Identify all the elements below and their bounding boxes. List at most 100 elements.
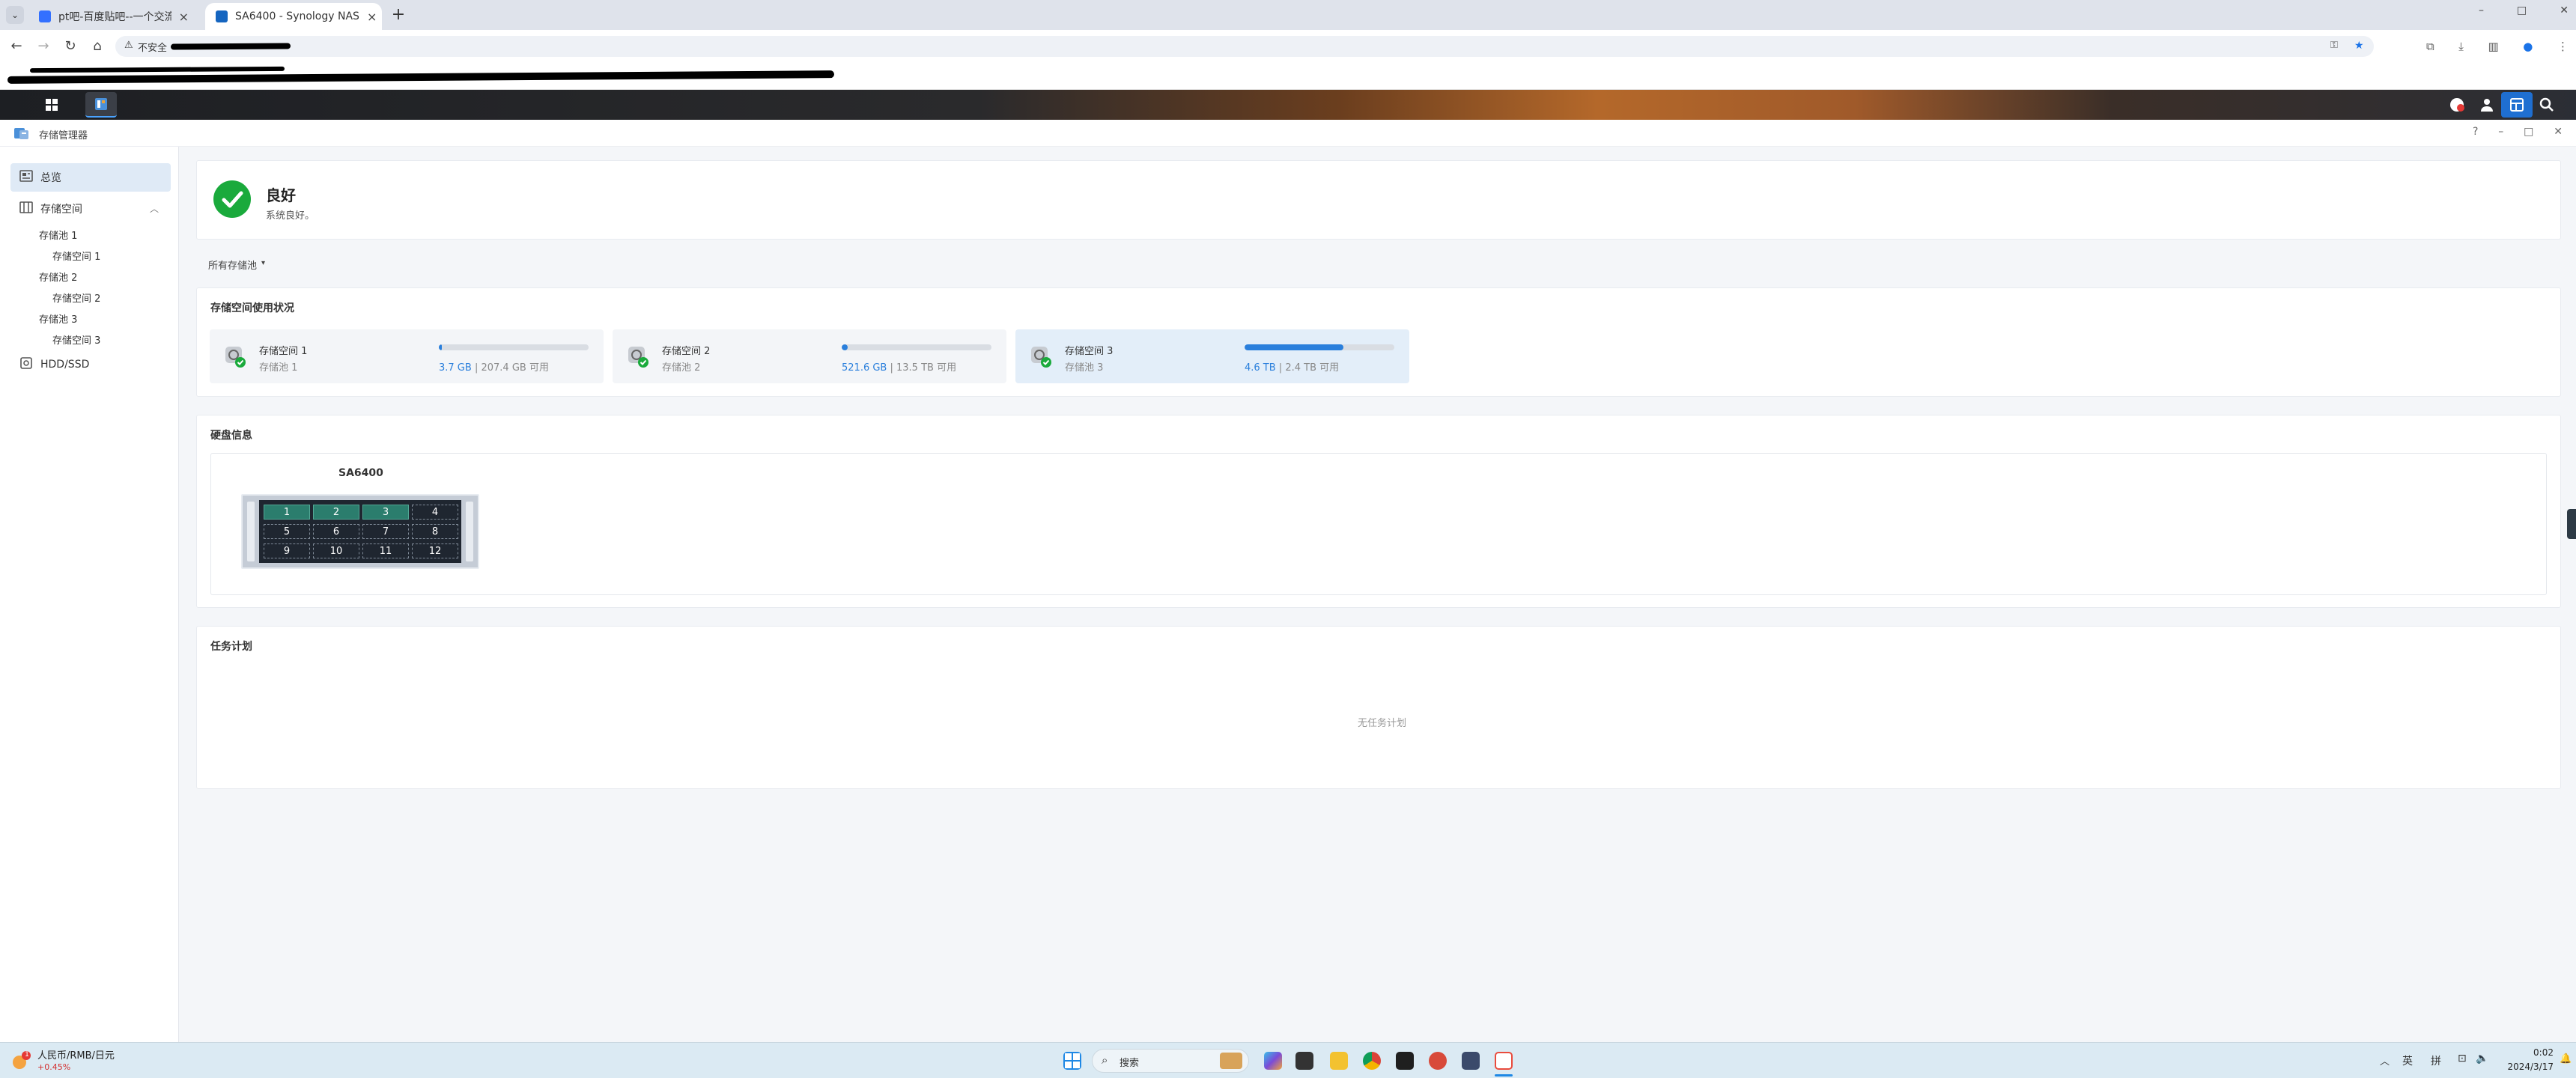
address-bar[interactable]: ⚠ 不安全 ★ ⚿ xyxy=(115,36,2374,57)
drive-bay-10[interactable]: 10 xyxy=(313,543,359,558)
sidebar-item-pool-2[interactable]: 存储池 2 xyxy=(39,270,77,284)
maximize-button[interactable]: □ xyxy=(2517,4,2527,25)
close-tab-icon[interactable]: × xyxy=(367,10,377,24)
app-icon[interactable] xyxy=(1429,1052,1447,1070)
hdd-icon xyxy=(19,357,33,372)
usage-progress-fill xyxy=(842,344,848,350)
back-icon[interactable]: ← xyxy=(6,36,27,57)
sidebar-item-storage[interactable]: 存储空间 xyxy=(19,201,82,216)
drive-bay-8[interactable]: 8 xyxy=(412,524,458,539)
status-title: 良好 xyxy=(266,186,296,204)
widget-change: +0.45% xyxy=(37,1062,71,1072)
window-title: 存储管理器 xyxy=(39,130,88,141)
pool-filter-dropdown[interactable]: 所有存储池 ▾ xyxy=(208,258,265,272)
disk-info-heading: 硬盘信息 xyxy=(210,430,252,442)
storage-icon xyxy=(19,201,33,216)
volume-icon[interactable]: 🔈 xyxy=(2476,1053,2488,1065)
close-app-button[interactable]: ✕ xyxy=(2554,126,2563,138)
terminal-icon[interactable] xyxy=(1396,1052,1414,1070)
clock-date[interactable]: 2024/3/17 xyxy=(2494,1062,2554,1072)
drive-bay-2[interactable]: 2 xyxy=(313,505,359,520)
network-icon[interactable]: ⊡ xyxy=(2458,1053,2467,1065)
main-menu-icon[interactable] xyxy=(36,92,67,118)
profile-icon[interactable]: ● xyxy=(2523,36,2533,57)
bookmarks-bar xyxy=(0,63,2576,90)
tab-ptba[interactable]: pt吧-百度贴吧--一个交流PT资 × xyxy=(28,3,199,30)
window-title-bar: 存储管理器 ? – □ ✕ xyxy=(0,120,2576,147)
status-subtitle: 系统良好。 xyxy=(266,210,315,222)
reload-icon[interactable]: ↻ xyxy=(60,36,81,57)
chrome-icon[interactable] xyxy=(1363,1052,1381,1070)
minimize-button[interactable]: – xyxy=(2479,4,2484,25)
clock-time[interactable]: 0:02 xyxy=(2512,1047,2554,1058)
usage-progress-fill xyxy=(439,344,442,350)
notifications-icon[interactable] xyxy=(2441,92,2473,118)
sidebar-item-pool-3[interactable]: 存储池 3 xyxy=(39,311,77,326)
drive-bay-9[interactable]: 9 xyxy=(264,543,310,558)
window-controls: ? – □ ✕ xyxy=(2473,126,2563,138)
drive-bay-4[interactable]: 4 xyxy=(412,505,458,520)
nas-model-label: SA6400 xyxy=(338,467,383,479)
volume-tile-2[interactable]: 存储空间 2 存储池 2 521.6 GB | 13.5 TB 可用 xyxy=(613,329,1006,383)
ime-mode[interactable]: 拼 xyxy=(2431,1053,2441,1068)
new-tab-button[interactable]: + xyxy=(388,4,409,25)
drive-bay-6[interactable]: 6 xyxy=(313,524,359,539)
sidebar-item-volume-2[interactable]: 存储空间 2 xyxy=(52,290,100,305)
chassis-ear xyxy=(466,502,473,561)
widget-badge: 1 xyxy=(25,1051,29,1059)
notification-bell-icon[interactable]: 🔔 xyxy=(2560,1053,2572,1065)
side-drawer-handle[interactable] xyxy=(2567,509,2576,539)
tab-synology[interactable]: SA6400 - Synology NAS × xyxy=(205,3,382,30)
widgets-icon[interactable] xyxy=(2501,92,2533,118)
volume-tile-1[interactable]: 存储空间 1 存储池 1 3.7 GB | 207.4 GB 可用 xyxy=(210,329,604,383)
forward-icon[interactable]: → xyxy=(33,36,54,57)
usage-progress-bar xyxy=(439,344,589,350)
password-key-icon[interactable]: ⚿ xyxy=(2330,40,2338,51)
tray-overflow-icon[interactable]: ︿ xyxy=(2380,1053,2390,1068)
user-icon[interactable] xyxy=(2471,92,2503,118)
file-explorer-icon[interactable] xyxy=(1330,1052,1348,1070)
chassis-ear xyxy=(247,502,255,561)
nas-chassis[interactable]: 1 2 3 4 5 6 7 8 9 10 11 12 xyxy=(241,494,479,569)
drive-bay-5[interactable]: 5 xyxy=(264,524,310,539)
drive-bay-11[interactable]: 11 xyxy=(362,543,409,558)
ime-language[interactable]: 英 xyxy=(2402,1053,2413,1068)
drive-bay-1[interactable]: 1 xyxy=(264,505,310,520)
help-button[interactable]: ? xyxy=(2473,126,2478,138)
sidebar-item-volume-3[interactable]: 存储空间 3 xyxy=(52,332,100,347)
drive-bay-7[interactable]: 7 xyxy=(362,524,409,539)
sidebar-item-volume-1[interactable]: 存储空间 1 xyxy=(52,249,100,263)
weather-widget-icon[interactable]: 1 xyxy=(10,1050,31,1071)
sidebar-item-hdd-ssd[interactable]: HDD/SSD xyxy=(19,357,89,372)
usage-progress-fill xyxy=(1245,344,1343,350)
sidebar-item-overview[interactable]: 总览 xyxy=(19,170,61,185)
copilot-icon[interactable] xyxy=(1264,1052,1282,1070)
sidebar-item-pool-1[interactable]: 存储池 1 xyxy=(39,228,77,242)
maximize-window-button[interactable]: □ xyxy=(2524,126,2533,138)
windows-start-icon[interactable] xyxy=(1063,1052,1081,1070)
taskbar-search-box[interactable]: ⌕ 搜索 xyxy=(1092,1049,1249,1073)
volume-disk-icon xyxy=(626,344,650,368)
minimize-window-button[interactable]: – xyxy=(2498,126,2503,138)
close-window-button[interactable]: ✕ xyxy=(2560,4,2569,25)
redacted-bookmarks xyxy=(7,70,835,84)
extensions-icon[interactable]: ⧉ xyxy=(2426,36,2434,57)
menu-icon[interactable]: ⋮ xyxy=(2557,36,2569,57)
tab-list-button[interactable]: ⌄ xyxy=(6,6,24,24)
storage-manager-taskbar-icon[interactable] xyxy=(85,92,117,118)
downloads-icon[interactable]: ⤓ xyxy=(2458,36,2464,57)
drive-bay-3[interactable]: 3 xyxy=(362,505,409,520)
close-tab-icon[interactable]: × xyxy=(179,10,189,24)
windows-taskbar: 1 人民币/RMB/日元 +0.45% ⌕ 搜索 ︿ 英 拼 ⊡ 🔈 0:02 … xyxy=(0,1042,2576,1078)
app-icon[interactable] xyxy=(1495,1052,1513,1070)
side-panel-icon[interactable]: ▥ xyxy=(2488,36,2499,57)
volume-disk-icon xyxy=(223,344,247,368)
volume-tile-3[interactable]: 存储空间 3 存储池 3 4.6 TB | 2.4 TB 可用 xyxy=(1015,329,1409,383)
task-view-icon[interactable] xyxy=(1295,1052,1313,1070)
drive-bay-12[interactable]: 12 xyxy=(412,543,458,558)
search-icon[interactable] xyxy=(2531,92,2563,118)
app-icon[interactable] xyxy=(1462,1052,1480,1070)
home-icon[interactable]: ⌂ xyxy=(87,36,108,57)
bookmark-star-icon[interactable]: ★ xyxy=(2354,40,2364,52)
chevron-up-icon[interactable]: ︿ xyxy=(150,202,159,215)
